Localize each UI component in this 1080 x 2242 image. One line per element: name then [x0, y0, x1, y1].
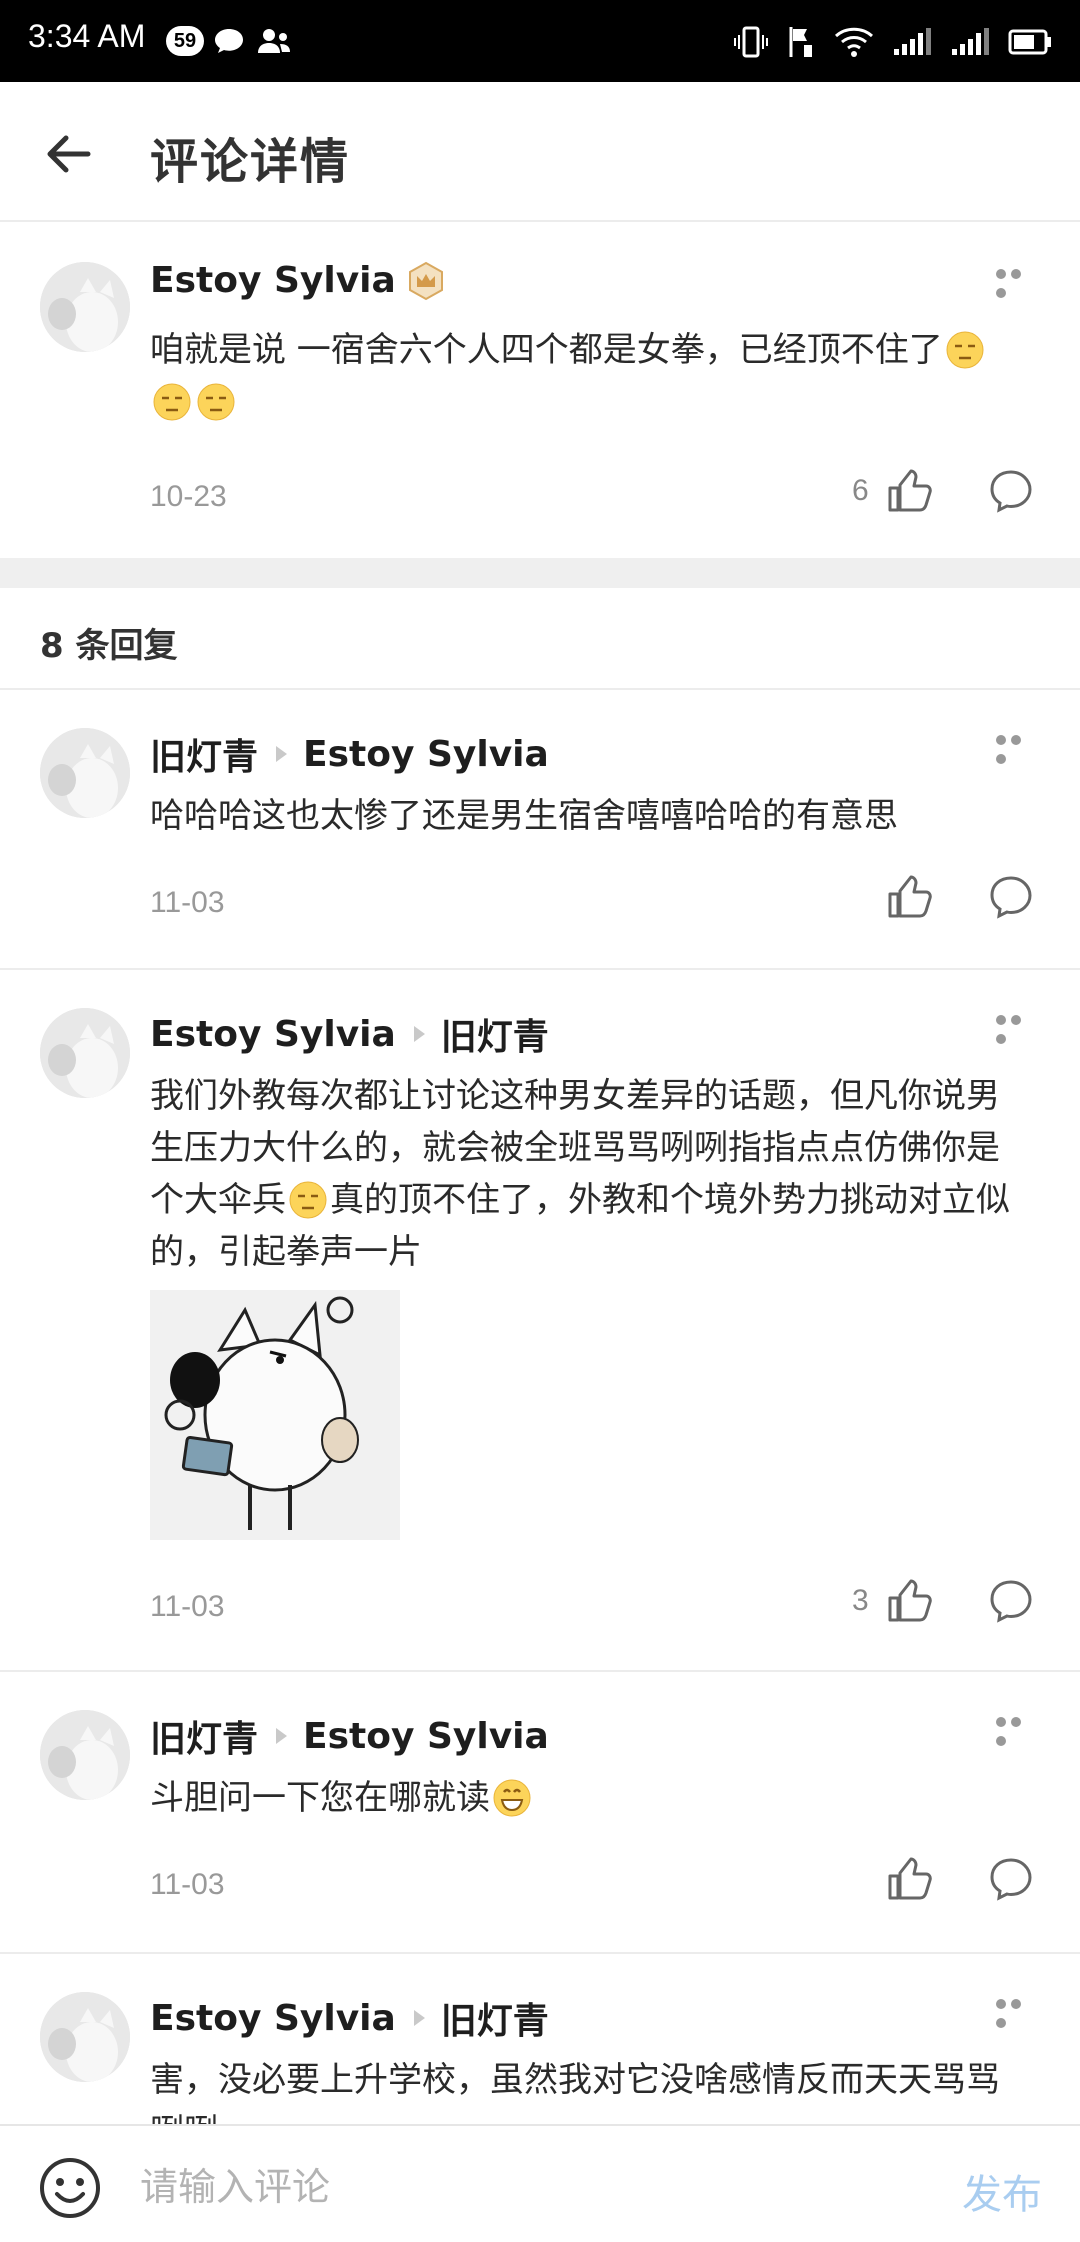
contact-icon: [258, 29, 290, 53]
reply-text: 害，没必要上升学校，虽然我对它没啥感情反而天天骂骂咧咧: [150, 2060, 1000, 2124]
avatar[interactable]: [40, 728, 130, 818]
reply-date: 11-03: [150, 1868, 225, 1901]
reply-author-line: 旧灯青 Estoy Sylvia: [150, 1710, 549, 1762]
thumbs-up-icon[interactable]: [886, 1856, 932, 1902]
reply-arrow-icon: [276, 746, 288, 762]
more-options-button[interactable]: [996, 730, 1040, 764]
more-options-button[interactable]: [996, 264, 1040, 298]
author-name[interactable]: Estoy Sylvia: [150, 1014, 396, 1055]
author-name[interactable]: 旧灯青: [150, 728, 258, 780]
dog-sticker-image[interactable]: [150, 1290, 400, 1540]
reply-text: 哈哈哈这也太惨了还是男生宿舍嘻嘻哈哈的有意思: [150, 796, 898, 836]
dog-avatar-icon: [40, 1710, 130, 1800]
reply-arrow-icon: [413, 2010, 425, 2026]
avatar[interactable]: [40, 262, 130, 352]
comment-bubble-icon[interactable]: [988, 874, 1034, 920]
thumbs-up-icon[interactable]: [886, 874, 932, 920]
dog-avatar-icon: [40, 728, 130, 818]
unamused-emoji: [289, 1181, 327, 1219]
wifi-icon: [834, 27, 874, 57]
comment-author-line: Estoy Sylvia: [150, 260, 446, 301]
comment-input-bar: 发布: [0, 2124, 1080, 2242]
author-name[interactable]: Estoy Sylvia: [150, 1998, 396, 2039]
reply-item: Estoy Sylvia 旧灯青 我们外教每次都让讨论这种男女差异的话题，但凡你…: [0, 970, 1080, 1670]
author-name[interactable]: 旧灯青: [150, 1710, 258, 1762]
page-header: 评论详情: [0, 82, 1080, 222]
reply-text: 我们外教每次都让讨论这种男女差异的话题，但凡你说男生压力大什么的，就会被全班骂骂…: [150, 1070, 1030, 1278]
reply-to-name[interactable]: 旧灯青: [441, 1008, 549, 1060]
grin-emoji: [493, 1779, 531, 1817]
status-time: 3:34 AM: [28, 18, 146, 54]
dog-sticker-illustration: [150, 1290, 400, 1540]
unamused-emoji: [197, 383, 235, 421]
main-comment: Estoy Sylvia 咱就是说 一宿舍六个人四个都是女拳，已经顶不住了 10…: [0, 222, 1080, 558]
page-title: 评论详情: [150, 134, 351, 190]
notification-count-badge: 59: [166, 26, 204, 56]
flag-icon: [789, 27, 812, 57]
comment-date: 10-23: [150, 480, 227, 513]
chat-icon: [215, 29, 243, 53]
avatar[interactable]: [40, 1710, 130, 1800]
avatar[interactable]: [40, 1008, 130, 1098]
reply-item: Estoy Sylvia 旧灯青 害，没必要上升学校，虽然我对它没啥感情反而天天…: [0, 1954, 1080, 2124]
reply-arrow-icon: [276, 1728, 288, 1744]
like-count: 6: [852, 474, 869, 507]
reply-item: 旧灯青 Estoy Sylvia 斗胆问一下您在哪就读 11-03: [0, 1672, 1080, 1952]
dog-avatar-icon: [40, 1992, 130, 2082]
comment-text: 咱就是说 一宿舍六个人四个都是女拳，已经顶不住了: [150, 324, 1030, 428]
comment-input[interactable]: [140, 2152, 920, 2222]
reply-author-line: Estoy Sylvia 旧灯青: [150, 1992, 549, 2044]
reply-to-name[interactable]: Estoy Sylvia: [303, 734, 549, 775]
section-gap: [0, 558, 1080, 588]
status-icons: [734, 22, 1052, 62]
reply-to-name[interactable]: 旧灯青: [441, 1992, 549, 2044]
unamused-emoji: [153, 383, 191, 421]
comment-bubble-icon[interactable]: [988, 1856, 1034, 1902]
thumbs-up-icon[interactable]: [886, 468, 932, 514]
status-bar: 3:34 AM 59: [0, 0, 1080, 82]
signal-icon: [894, 28, 931, 55]
smiley-icon[interactable]: [38, 2156, 102, 2220]
more-options-button[interactable]: [996, 1994, 1040, 2028]
comment-bubble-icon[interactable]: [988, 1578, 1034, 1624]
like-count: 3: [852, 1584, 869, 1617]
reply-text-content: 斗胆问一下您在哪就读: [150, 1778, 490, 1818]
reply-date: 11-03: [150, 1590, 225, 1623]
dog-avatar-icon: [40, 262, 130, 352]
reply-text: 斗胆问一下您在哪就读: [150, 1772, 1030, 1824]
dog-avatar-icon: [40, 1008, 130, 1098]
unamused-emoji: [946, 331, 984, 369]
crown-badge-icon: [408, 261, 443, 300]
comment-bubble-icon[interactable]: [988, 468, 1034, 514]
reply-author-line: Estoy Sylvia 旧灯青: [150, 1008, 549, 1060]
avatar[interactable]: [40, 1992, 130, 2082]
signal-r-icon: [952, 28, 989, 55]
more-options-button[interactable]: [996, 1712, 1040, 1746]
author-name[interactable]: Estoy Sylvia: [150, 260, 396, 301]
reply-item: 旧灯青 Estoy Sylvia 哈哈哈这也太惨了还是男生宿舍嘻嘻哈哈的有意思 …: [0, 690, 1080, 970]
publish-button[interactable]: 发布: [962, 2162, 1042, 2220]
reply-to-name[interactable]: Estoy Sylvia: [303, 1716, 549, 1757]
back-arrow-icon[interactable]: [40, 124, 100, 184]
replies-count-header: 8 条回复: [40, 626, 178, 666]
comment-text-content: 咱就是说 一宿舍六个人四个都是女拳，已经顶不住了: [150, 330, 943, 370]
reply-author-line: 旧灯青 Estoy Sylvia: [150, 728, 549, 780]
reply-arrow-icon: [413, 1026, 425, 1042]
battery-icon: [1008, 29, 1051, 55]
reply-date: 11-03: [150, 886, 225, 919]
more-options-button[interactable]: [996, 1010, 1040, 1044]
vibrate-icon: [734, 26, 768, 58]
thumbs-up-icon[interactable]: [886, 1578, 932, 1624]
